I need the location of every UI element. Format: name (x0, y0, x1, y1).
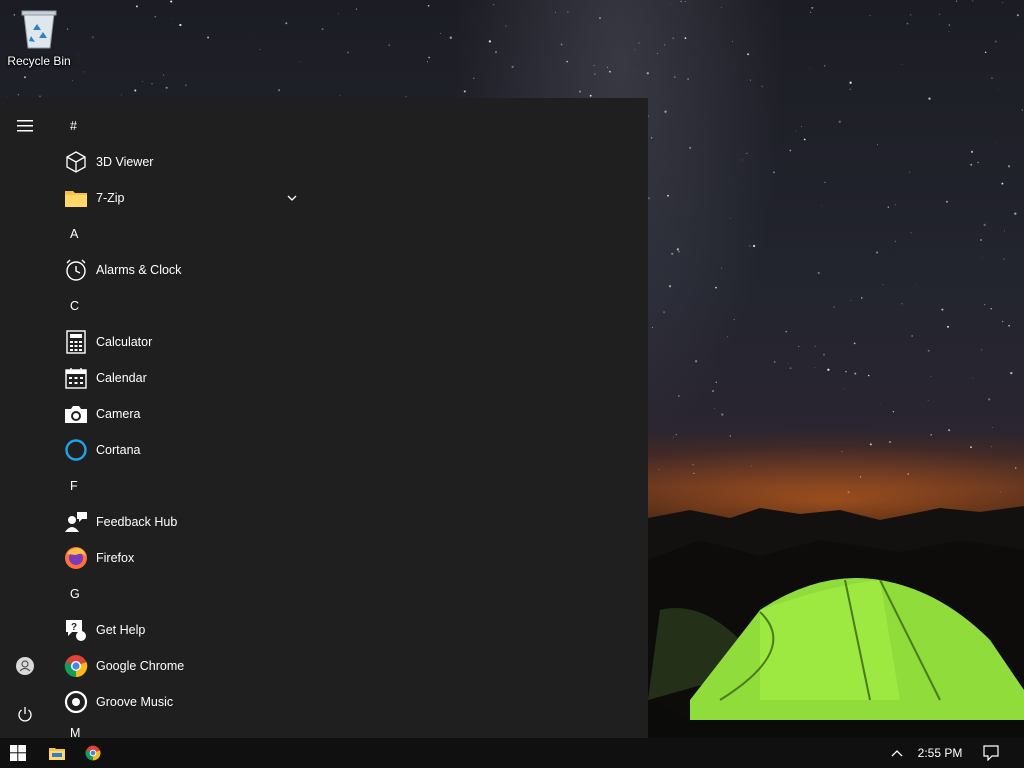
alarm-clock-icon (64, 258, 88, 282)
feedback-icon (64, 510, 88, 534)
app-label: Calendar (96, 371, 147, 385)
app-get-help[interactable]: ? Get Help (50, 612, 310, 648)
notification-icon[interactable] (976, 738, 1006, 768)
user-account-icon[interactable] (5, 646, 45, 686)
help-icon: ? (64, 618, 88, 642)
app-camera[interactable]: Camera (50, 396, 310, 432)
start-menu: # 3D Viewer 7-Zip A Alarms & Clock C Cal… (0, 98, 648, 738)
app-list: # 3D Viewer 7-Zip A Alarms & Clock C Cal… (50, 108, 310, 738)
app-cortana[interactable]: Cortana (50, 432, 310, 468)
section-header[interactable]: G (50, 576, 310, 612)
chevron-up-icon[interactable] (884, 738, 910, 768)
section-header[interactable]: C (50, 288, 310, 324)
section-header[interactable]: M (50, 720, 310, 738)
chrome-icon (64, 654, 88, 678)
app-7-zip[interactable]: 7-Zip (50, 180, 310, 216)
start-rail (0, 98, 50, 738)
svg-text:?: ? (71, 622, 77, 633)
folder-icon (64, 186, 88, 210)
chrome-icon[interactable] (76, 738, 110, 768)
chevron-down-icon[interactable] (284, 190, 300, 206)
app-label: Alarms & Clock (96, 263, 182, 277)
file-explorer-icon[interactable] (40, 738, 74, 768)
hamburger-menu-icon[interactable] (5, 106, 45, 146)
recycle-bin-label: Recycle Bin (7, 54, 71, 68)
app-groove-music[interactable]: Groove Music (50, 684, 310, 720)
app-label: Calculator (96, 335, 153, 349)
app-label: Cortana (96, 443, 141, 457)
recycle-bin-shortcut[interactable]: Recycle Bin (4, 6, 74, 68)
calendar-icon (64, 366, 88, 390)
app-google-chrome[interactable]: Google Chrome (50, 648, 310, 684)
app-feedback-hub[interactable]: Feedback Hub (50, 504, 310, 540)
app-label: 3D Viewer (96, 155, 154, 169)
app-label: Get Help (96, 623, 146, 637)
power-icon[interactable] (5, 694, 45, 734)
section-header[interactable]: A (50, 216, 310, 252)
camera-icon (64, 402, 88, 426)
taskbar: 2:55 PM (0, 738, 1024, 768)
calculator-icon (64, 330, 88, 354)
app-label: Google Chrome (96, 659, 185, 673)
app-calculator[interactable]: Calculator (50, 324, 310, 360)
firefox-icon (64, 546, 88, 570)
app-label: 7-Zip (96, 191, 125, 205)
recycle-bin-icon (19, 6, 59, 50)
app-alarms-clock[interactable]: Alarms & Clock (50, 252, 310, 288)
app-label: Camera (96, 407, 141, 421)
windows-logo-icon[interactable] (0, 738, 36, 768)
app-label: Groove Music (96, 695, 174, 709)
app-label: Feedback Hub (96, 515, 178, 529)
app-label: Firefox (96, 551, 135, 565)
section-header[interactable]: F (50, 468, 310, 504)
cube-icon (64, 150, 88, 174)
taskbar-clock[interactable]: 2:55 PM (908, 738, 972, 768)
cortana-icon (64, 438, 88, 462)
app-calendar[interactable]: Calendar (50, 360, 310, 396)
app-3d-viewer[interactable]: 3D Viewer (50, 144, 310, 180)
app-firefox[interactable]: Firefox (50, 540, 310, 576)
groove-music-icon (64, 690, 88, 714)
section-header[interactable]: # (50, 108, 310, 144)
